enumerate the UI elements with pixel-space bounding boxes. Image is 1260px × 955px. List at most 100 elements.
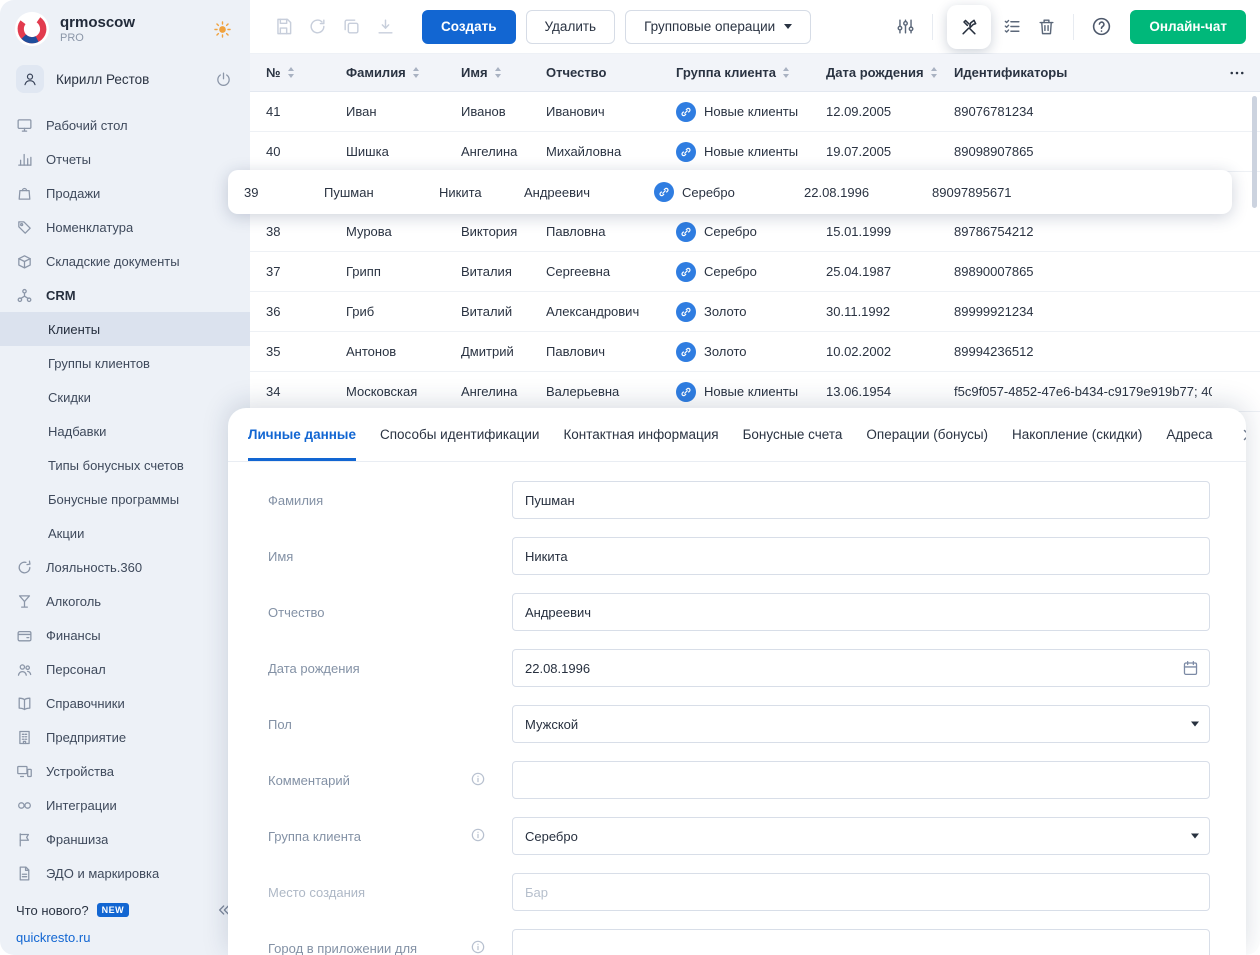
column-header-identifiers[interactable]: Идентификаторы	[938, 65, 1212, 80]
lastname-field-row: Фамилия	[268, 472, 1210, 528]
settings-tools-button[interactable]	[947, 5, 991, 49]
tab-discount-accumulation[interactable]: Накопление (скидки)	[1012, 408, 1142, 461]
info-icon[interactable]	[470, 771, 486, 790]
sidebar-item-nomenclature[interactable]: Номенклатура	[0, 210, 250, 244]
tab-personal-data[interactable]: Личные данные	[248, 408, 356, 461]
sidebar-subitem-bonus-programs[interactable]: Бонусные программы	[0, 482, 250, 516]
flag-icon	[16, 831, 33, 848]
trash-button[interactable]	[1029, 10, 1063, 44]
tab-addresses[interactable]: Адреса	[1166, 408, 1212, 461]
info-icon[interactable]	[470, 939, 486, 955]
delete-button[interactable]: Удалить	[526, 10, 616, 44]
client-group-link-icon[interactable]	[676, 302, 696, 322]
close-panel-icon[interactable]	[1236, 422, 1246, 448]
client-group-link-icon[interactable]	[676, 142, 696, 162]
sidebar-item-devices[interactable]: Устройства	[0, 754, 250, 788]
patronymic-input[interactable]	[512, 593, 1210, 631]
info-icon[interactable]	[470, 827, 486, 846]
sidebar-subitem-client-groups[interactable]: Группы клиентов	[0, 346, 250, 380]
tab-contact-info[interactable]: Контактная информация	[563, 408, 718, 461]
sidebar-item-enterprise[interactable]: Предприятие	[0, 720, 250, 754]
tab-bonus-accounts[interactable]: Бонусные счета	[743, 408, 843, 461]
tab-identification-methods[interactable]: Способы идентификации	[380, 408, 539, 461]
column-header-lastname[interactable]: Фамилия	[330, 65, 445, 80]
sidebar-item-reports[interactable]: Отчеты	[0, 142, 250, 176]
table-row[interactable]: 36 Гриб Виталий Александрович Золото 30.…	[250, 292, 1260, 332]
table-row[interactable]: 38 Мурова Виктория Павловна Серебро 15.0…	[250, 212, 1260, 252]
table-row[interactable]: 40 Шишка Ангелина Михайловна Новые клиен…	[250, 132, 1260, 172]
sidebar-item-alcohol[interactable]: Алкоголь	[0, 584, 250, 618]
sidebar-item-staff[interactable]: Персонал	[0, 652, 250, 686]
client-group-link-icon[interactable]	[676, 262, 696, 282]
creation-place-field-row: Место создания	[268, 864, 1210, 920]
table-row-selected[interactable]: 39 Пушман Никита Андреевич Серебро 22.08…	[228, 170, 1232, 214]
logout-power-icon[interactable]	[211, 67, 236, 92]
sidebar-item-loyalty360[interactable]: Лояльность.360	[0, 550, 250, 584]
client-group-link-icon[interactable]	[676, 102, 696, 122]
creation-place-input[interactable]	[512, 873, 1210, 911]
trash-icon	[1037, 17, 1056, 36]
client-group-field-row: Группа клиента Серебро	[268, 808, 1210, 864]
column-header-number[interactable]: №	[250, 65, 330, 80]
column-header-patronymic[interactable]: Отчество	[530, 65, 660, 80]
brand-name: qrmoscow	[60, 14, 135, 31]
comment-input[interactable]	[512, 761, 1210, 799]
sidebar-item-crm[interactable]: CRM	[0, 278, 250, 312]
column-header-birthdate[interactable]: Дата рождения	[810, 65, 938, 80]
export-button[interactable]	[368, 10, 402, 44]
sidebar-subitem-bonus-account-types[interactable]: Типы бонусных счетов	[0, 448, 250, 482]
whats-new-link[interactable]: Что нового?	[16, 903, 89, 918]
table-row[interactable]: 34 Московская Ангелина Валерьевна Новые …	[250, 372, 1260, 412]
lastname-input[interactable]	[512, 481, 1210, 519]
sidebar-subitem-surcharges[interactable]: Надбавки	[0, 414, 250, 448]
client-group-link-icon[interactable]	[676, 342, 696, 362]
table-scrollbar[interactable]	[1252, 96, 1257, 208]
firstname-input[interactable]	[512, 537, 1210, 575]
gender-select[interactable]: Мужской	[512, 705, 1210, 743]
sidebar-item-dashboard[interactable]: Рабочий стол	[0, 108, 250, 142]
column-header-group[interactable]: Группа клиента	[660, 65, 810, 80]
sidebar-item-finance[interactable]: Финансы	[0, 618, 250, 652]
patronymic-field-row: Отчество	[268, 584, 1210, 640]
online-chat-button[interactable]: Онлайн-чат	[1130, 10, 1246, 44]
table-row[interactable]: 41 Иван Иванов Иванович Новые клиенты 12…	[250, 92, 1260, 132]
chart-icon	[16, 151, 33, 168]
sidebar-item-edo[interactable]: ЭДО и маркировка	[0, 856, 250, 888]
theme-toggle-sun-icon[interactable]	[209, 16, 236, 43]
sidebar-item-sales[interactable]: Продажи	[0, 176, 250, 210]
sidebar-footer: Что нового? NEW quickresto.ru	[0, 888, 250, 955]
sidebar-subitem-discounts[interactable]: Скидки	[0, 380, 250, 414]
user-row[interactable]: Кирилл Рестов	[0, 58, 250, 100]
sidebar-subitem-promotions[interactable]: Акции	[0, 516, 250, 550]
table-columns-menu[interactable]	[1212, 64, 1260, 82]
city-in-app-input[interactable]	[512, 929, 1210, 955]
loyalty-icon	[16, 559, 33, 576]
column-list-button[interactable]	[995, 10, 1029, 44]
column-header-firstname[interactable]: Имя	[445, 65, 530, 80]
sidebar-item-integrations[interactable]: Интеграции	[0, 788, 250, 822]
sidebar-item-franchise[interactable]: Франшиза	[0, 822, 250, 856]
table-row[interactable]: 37 Грипп Виталия Сергеевна Серебро 25.04…	[250, 252, 1260, 292]
tab-bonus-operations[interactable]: Операции (бонусы)	[866, 408, 988, 461]
sidebar-subitem-clients[interactable]: Клиенты	[0, 312, 250, 346]
sidebar-item-warehouse-docs[interactable]: Складские документы	[0, 244, 250, 278]
calendar-icon[interactable]	[1182, 660, 1199, 677]
save-button[interactable]	[266, 10, 300, 44]
sidebar-item-directories[interactable]: Справочники	[0, 686, 250, 720]
group-operations-dropdown[interactable]: Групповые операции	[625, 10, 811, 44]
client-group-link-icon[interactable]	[676, 222, 696, 242]
client-group-link-icon[interactable]	[654, 182, 674, 202]
tools-icon	[959, 17, 979, 37]
create-button[interactable]: Создать	[422, 10, 516, 44]
table-row[interactable]: 35 Антонов Дмитрий Павлович Золото 10.02…	[250, 332, 1260, 372]
new-badge: NEW	[97, 903, 130, 917]
filters-button[interactable]	[888, 10, 922, 44]
client-group-link-icon[interactable]	[676, 382, 696, 402]
help-button[interactable]	[1084, 10, 1118, 44]
client-group-select[interactable]: Серебро	[512, 817, 1210, 855]
chevron-down-icon	[1191, 722, 1199, 727]
quickresto-site-link[interactable]: quickresto.ru	[16, 930, 236, 945]
birthdate-input[interactable]	[512, 649, 1210, 687]
copy-button[interactable]	[334, 10, 368, 44]
refresh-button[interactable]	[300, 10, 334, 44]
